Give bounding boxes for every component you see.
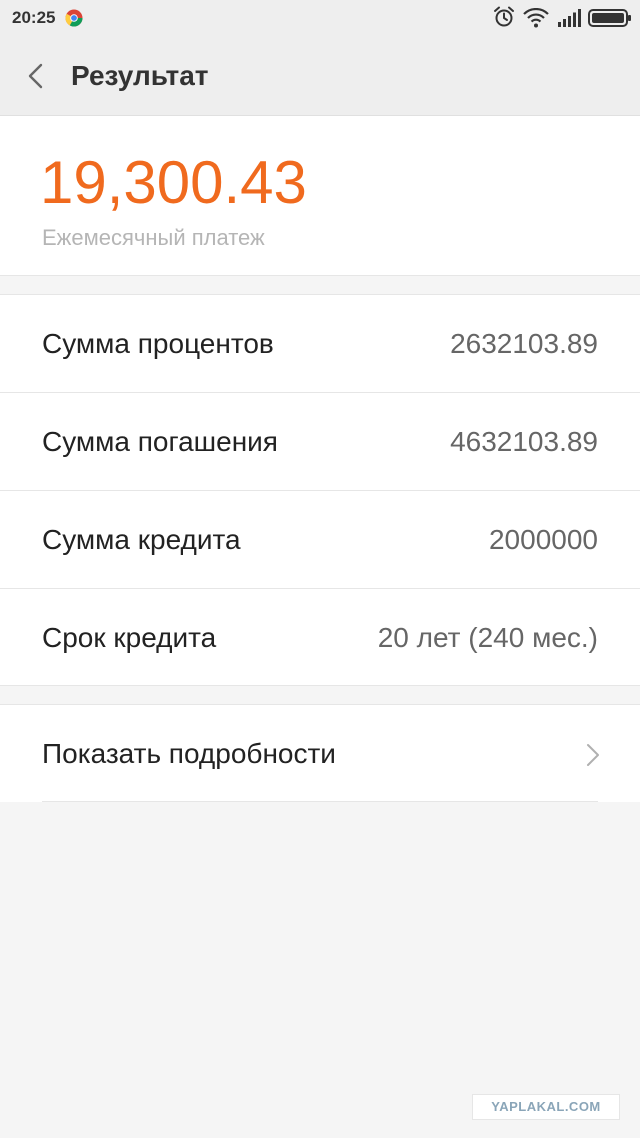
chrome-icon [65, 9, 83, 27]
chevron-left-icon[interactable] [26, 62, 46, 90]
monthly-payment-label: Ежемесячный платеж [42, 225, 265, 250]
wifi-icon [523, 8, 549, 28]
alarm-icon [494, 6, 514, 27]
signal-icon [558, 9, 581, 27]
repayment-total-label: Сумма погашения [42, 426, 278, 457]
battery-icon [588, 9, 631, 27]
watermark: YAPLAKAL.COM [472, 1094, 620, 1120]
list-item: Сумма процентов 2632103.89 [0, 295, 640, 393]
interest-total-value: 2632103.89 [450, 328, 598, 359]
monthly-payment-value: 19,300.43 [40, 149, 307, 216]
page-title: Результат [71, 60, 209, 91]
loan-details-list: Сумма процентов 2632103.89 Сумма погашен… [0, 294, 640, 686]
loan-term-value: 20 лет (240 мес.) [377, 622, 598, 653]
list-item: Сумма кредита 2000000 [0, 491, 640, 589]
list-item: Сумма погашения 4632103.89 [0, 393, 640, 491]
status-time: 20:25 [12, 8, 56, 27]
loan-amount-value: 2000000 [488, 524, 598, 555]
list-item: Срок кредита 20 лет (240 мес.) [0, 589, 640, 687]
loan-term-label: Срок кредита [42, 622, 217, 653]
chevron-right-icon [587, 744, 599, 766]
show-details-label: Показать подробности [42, 738, 336, 769]
app-bar: Результат [0, 36, 640, 116]
status-bar: 20:25 [0, 0, 640, 36]
repayment-total-value: 4632103.89 [450, 426, 598, 457]
interest-total-label: Сумма процентов [42, 328, 274, 359]
payment-summary: 19,300.43 Ежемесячный платеж [0, 116, 640, 276]
show-details-button[interactable]: Показать подробности [0, 704, 640, 802]
divider [42, 801, 598, 802]
loan-amount-label: Сумма кредита [42, 524, 241, 555]
